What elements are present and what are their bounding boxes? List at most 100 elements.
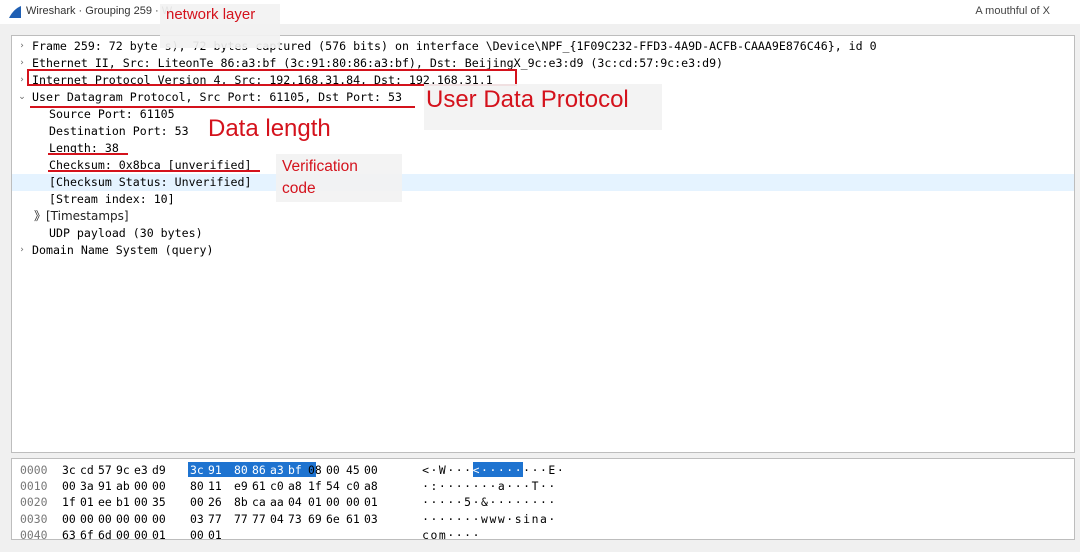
ascii-char[interactable]: · (447, 462, 454, 478)
ascii-char[interactable]: · (498, 494, 505, 510)
hex-byte[interactable]: 00 (80, 511, 98, 527)
hex-row[interactable]: 0000 3c cd 57 9c e3 d9 3c 91 80 86 a3 bf 08 00 45 00 < · W ·… (12, 462, 1072, 478)
hex-byte[interactable]: 08 (308, 462, 326, 478)
ascii-char[interactable]: · (473, 478, 480, 494)
expand-arrow-icon[interactable]: › (17, 72, 27, 89)
ascii-char[interactable]: · (447, 527, 454, 543)
hex-byte[interactable]: 3c (190, 462, 208, 478)
hex-byte[interactable]: e3 (134, 462, 152, 478)
ascii-char[interactable]: · (456, 527, 463, 543)
ascii-char[interactable]: · (540, 462, 547, 478)
ascii-char[interactable]: · (481, 462, 488, 478)
hex-byte[interactable]: 69 (308, 511, 326, 527)
ascii-char[interactable]: m (439, 527, 446, 543)
ascii-char[interactable]: : (430, 478, 437, 494)
hex-byte[interactable]: 61 (346, 511, 364, 527)
ascii-char[interactable]: · (439, 511, 446, 527)
ascii-char[interactable]: E (548, 462, 555, 478)
hex-byte[interactable]: 3c (62, 462, 80, 478)
hex-byte[interactable]: 00 (326, 494, 344, 510)
hex-byte[interactable]: 00 (62, 478, 80, 494)
tree-row-length[interactable]: Length: 38 (12, 140, 1074, 157)
hex-byte[interactable]: 00 (364, 462, 382, 478)
ascii-char[interactable]: · (506, 511, 513, 527)
ascii-char[interactable]: · (473, 511, 480, 527)
hex-byte[interactable]: c0 (346, 478, 364, 494)
ascii-char[interactable]: · (506, 478, 513, 494)
ascii-char[interactable]: i (523, 511, 530, 527)
hex-row[interactable]: 0030 00 00 00 00 00 00 03 77 77 77 04 73 69 6e 61 03 · · · ·… (12, 511, 1072, 527)
hex-row[interactable]: 0020 1f 01 ee b1 00 35 00 26 8b ca aa 04 01 00 00 01 · · · ·… (12, 494, 1072, 510)
ascii-char[interactable]: w (498, 511, 505, 527)
ascii-char[interactable]: · (540, 478, 547, 494)
ascii-char[interactable]: 5 (464, 494, 471, 510)
ascii-char[interactable]: · (473, 494, 480, 510)
hex-byte[interactable]: 91 (208, 462, 226, 478)
ascii-char[interactable]: · (439, 494, 446, 510)
hex-byte[interactable]: 35 (152, 494, 170, 510)
expand-arrow-icon[interactable]: › (17, 38, 27, 55)
hex-byte[interactable]: a8 (364, 478, 382, 494)
hex-byte[interactable]: 00 (152, 511, 170, 527)
ascii-char[interactable]: c (422, 527, 429, 543)
hex-byte[interactable]: b1 (116, 494, 134, 510)
hex-byte[interactable]: 01 (208, 527, 226, 543)
ascii-char[interactable]: · (506, 494, 513, 510)
ascii-char[interactable]: · (489, 462, 496, 478)
ascii-char[interactable]: < (473, 462, 480, 478)
hex-byte[interactable]: d9 (152, 462, 170, 478)
ascii-char[interactable]: w (481, 511, 488, 527)
hex-byte[interactable]: 6f (80, 527, 98, 543)
ascii-char[interactable]: · (430, 494, 437, 510)
ascii-char[interactable]: · (548, 511, 555, 527)
hex-byte[interactable]: 54 (326, 478, 344, 494)
ascii-char[interactable]: · (515, 462, 522, 478)
hex-byte[interactable]: 91 (98, 478, 116, 494)
ascii-char[interactable]: · (481, 478, 488, 494)
hex-byte[interactable]: ee (98, 494, 116, 510)
ascii-char[interactable]: · (430, 462, 437, 478)
ascii-char[interactable]: w (489, 511, 496, 527)
ascii-char[interactable]: & (481, 494, 488, 510)
hex-byte[interactable]: ab (116, 478, 134, 494)
expand-arrow-icon[interactable]: › (17, 242, 27, 259)
hex-byte[interactable]: 00 (62, 511, 80, 527)
hex-byte[interactable]: 1f (62, 494, 80, 510)
hex-byte[interactable]: 03 (364, 511, 382, 527)
tree-row-stream-index[interactable]: [Stream index: 10] (12, 191, 1074, 208)
ascii-char[interactable]: · (557, 462, 564, 478)
tree-row-timestamps[interactable]: 》[Timestamps] (12, 208, 1074, 225)
ascii-char[interactable]: T (532, 478, 539, 494)
ascii-char[interactable]: · (506, 462, 513, 478)
ascii-char[interactable]: · (447, 494, 454, 510)
hex-byte[interactable]: bf (288, 462, 306, 478)
ascii-char[interactable]: · (456, 478, 463, 494)
ascii-char[interactable]: · (473, 527, 480, 543)
hex-byte[interactable]: 6e (326, 511, 344, 527)
ascii-char[interactable]: W (439, 462, 446, 478)
hex-byte[interactable]: 04 (270, 511, 288, 527)
hex-byte[interactable]: 57 (98, 462, 116, 478)
hex-byte[interactable]: 00 (190, 494, 208, 510)
hex-byte[interactable]: 3a (80, 478, 98, 494)
hex-byte[interactable]: ca (252, 494, 270, 510)
ascii-char[interactable]: · (548, 478, 555, 494)
hex-byte[interactable]: 61 (252, 478, 270, 494)
ascii-char[interactable]: · (464, 478, 471, 494)
hex-byte[interactable]: 80 (234, 462, 252, 478)
hex-byte[interactable]: 01 (152, 527, 170, 543)
ascii-char[interactable]: · (439, 478, 446, 494)
hex-byte[interactable]: 8b (234, 494, 252, 510)
hex-byte[interactable]: e9 (234, 478, 252, 494)
ascii-char[interactable]: · (456, 494, 463, 510)
hex-byte[interactable]: 63 (62, 527, 80, 543)
ascii-char[interactable]: · (523, 462, 530, 478)
hex-byte[interactable]: 45 (346, 462, 364, 478)
hex-byte[interactable]: 73 (288, 511, 306, 527)
ascii-char[interactable]: < (422, 462, 429, 478)
hex-row[interactable]: 0010 00 3a 91 ab 00 00 80 11 e9 61 c0 a8 1f 54 c0 a8 ·: · ·… (12, 478, 1072, 494)
hex-byte[interactable]: 00 (116, 527, 134, 543)
ascii-char[interactable]: · (447, 478, 454, 494)
ascii-char[interactable]: · (523, 478, 530, 494)
ascii-char[interactable]: · (515, 478, 522, 494)
